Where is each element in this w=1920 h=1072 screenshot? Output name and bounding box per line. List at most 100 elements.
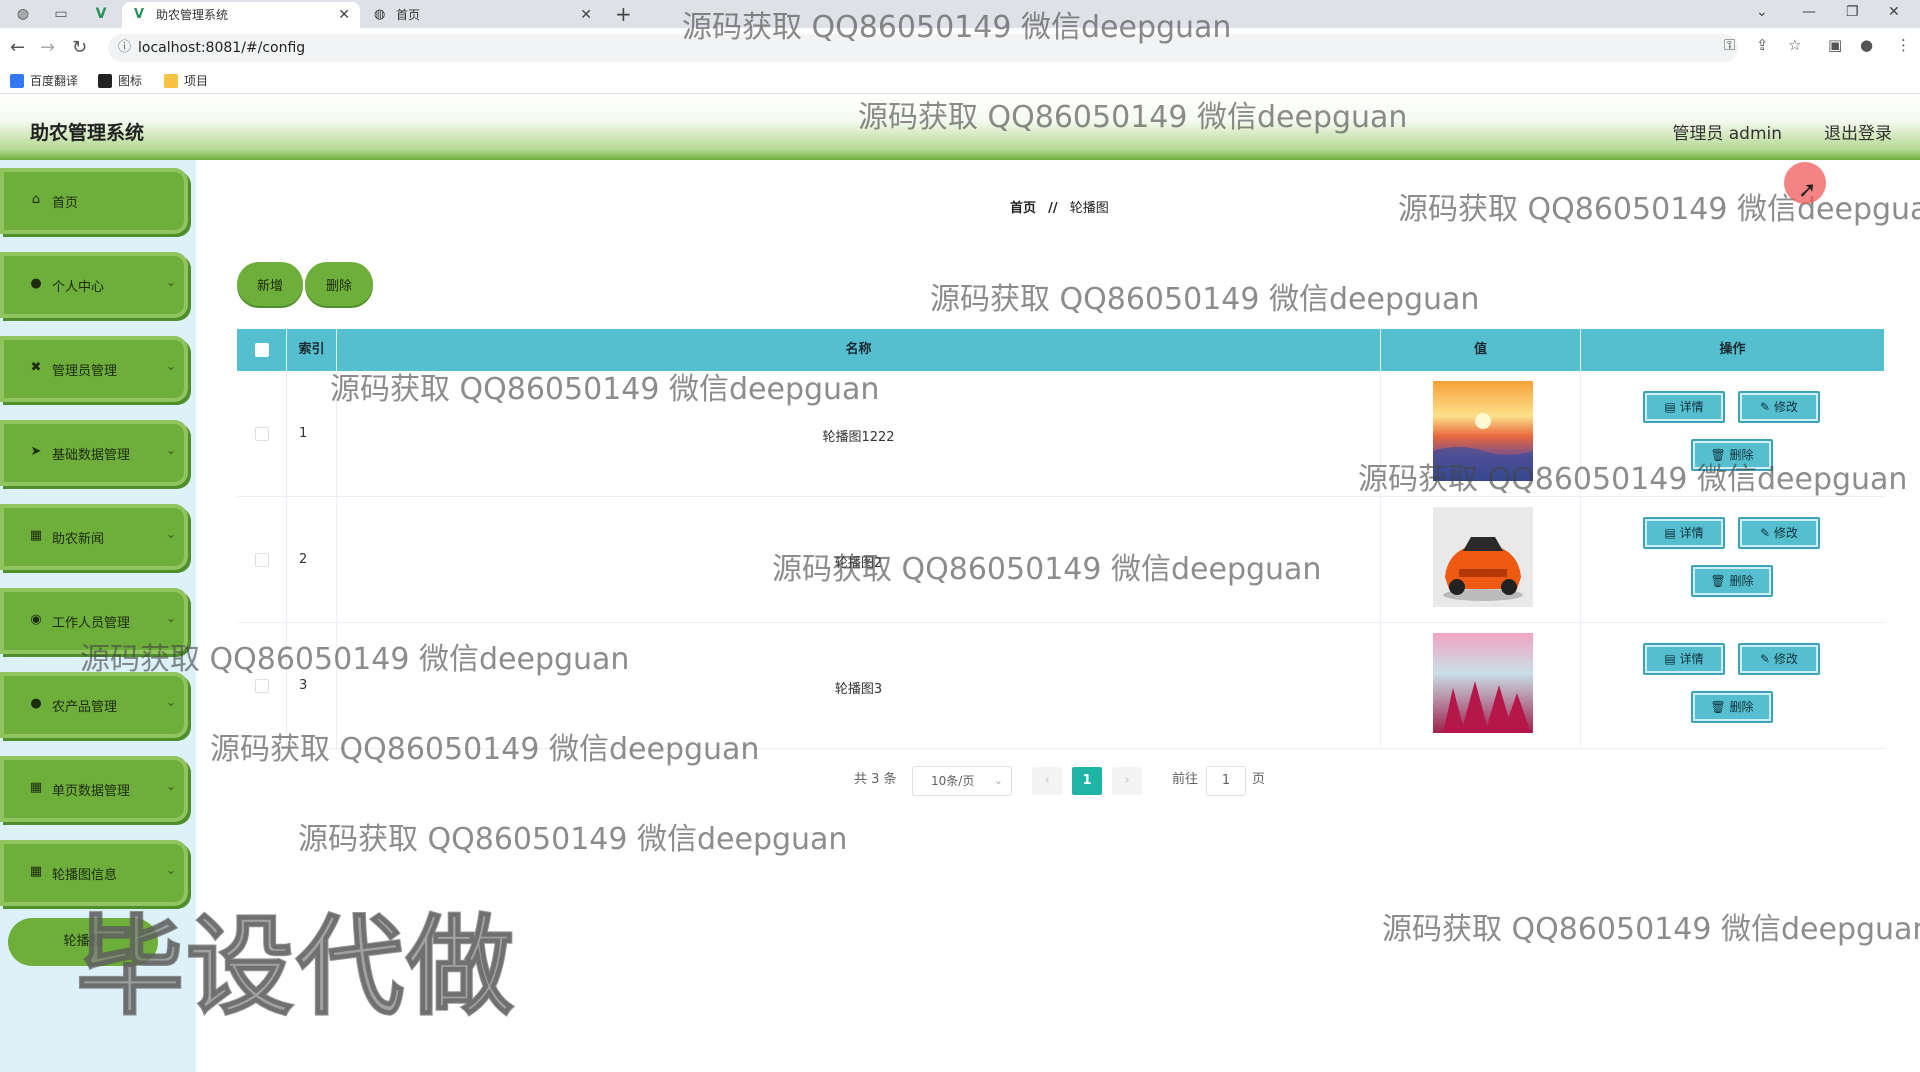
column-header-actions: 操作 bbox=[1719, 342, 1746, 357]
back-icon[interactable]: ← bbox=[10, 36, 25, 60]
new-tab-icon[interactable]: + bbox=[615, 0, 632, 28]
goto-page-input[interactable]: 1 bbox=[1206, 766, 1246, 796]
chevron-down-icon: ⌄ bbox=[165, 275, 176, 289]
page-number-button[interactable]: 1 bbox=[1072, 767, 1102, 795]
chevron-down-icon: ⌄ bbox=[165, 695, 176, 709]
globe-icon[interactable]: ◍ bbox=[12, 4, 34, 24]
bookmark-translate[interactable]: 百度翻译 bbox=[10, 72, 78, 90]
row-checkbox[interactable] bbox=[255, 679, 269, 693]
detail-icon: ▤ bbox=[1664, 400, 1680, 414]
bookmark-icons[interactable]: 图标 bbox=[98, 72, 142, 90]
key-icon[interactable]: ⚿ bbox=[1724, 36, 1735, 54]
trash-icon: 🗑 bbox=[1710, 700, 1730, 714]
row-checkbox[interactable] bbox=[255, 427, 269, 441]
bookmark-project[interactable]: 项目 bbox=[164, 72, 208, 90]
flowers-thumbnail[interactable] bbox=[1433, 633, 1533, 733]
detail-button[interactable]: ▤ 详情 bbox=[1643, 643, 1725, 675]
sidebar-item-pages[interactable]: ▦ 单页数据管理 ⌄ bbox=[0, 756, 188, 822]
grid-icon: ▦ bbox=[29, 528, 43, 543]
address-bar: ← → ↻ ⓘ localhost:8081/#/config bbox=[0, 28, 1920, 68]
breadcrumb-home[interactable]: 首页 bbox=[1010, 201, 1036, 216]
close-window-icon[interactable]: ✕ bbox=[1888, 0, 1900, 24]
bookmarks-bar: 百度翻译 图标 项目 bbox=[0, 68, 1920, 94]
sidebar-item-label: 单页数据管理 bbox=[52, 784, 131, 799]
row-checkbox[interactable] bbox=[255, 553, 269, 567]
sidebar-item-home[interactable]: ⌂ 首页 bbox=[0, 168, 188, 234]
select-all-checkbox[interactable] bbox=[255, 343, 269, 357]
minimize-icon[interactable]: — bbox=[1802, 0, 1816, 24]
batch-delete-button[interactable]: 删除 bbox=[305, 262, 373, 306]
next-page-button[interactable]: › bbox=[1112, 767, 1142, 795]
detail-button[interactable]: ▤ 详情 bbox=[1643, 517, 1725, 549]
page-size-select[interactable]: 10条/页 ⌄ bbox=[912, 766, 1012, 796]
delete-label: 删除 bbox=[1729, 448, 1754, 462]
edit-icon: ✎ bbox=[1760, 526, 1774, 540]
sports-car-thumbnail[interactable] bbox=[1433, 507, 1533, 607]
sidepanel-icon[interactable]: ▣ bbox=[1828, 36, 1842, 54]
delete-button[interactable]: 🗑 删除 bbox=[1691, 565, 1773, 597]
row-actions: ▤ 详情 ✎ 修改 🗑 删除 bbox=[1581, 623, 1884, 749]
sunset-sea-thumbnail[interactable] bbox=[1433, 381, 1533, 481]
app-header: 助农管理系统 管理员 admin 退出登录 bbox=[0, 94, 1920, 160]
sidebar-item-label: 工作人员管理 bbox=[52, 616, 131, 631]
sidebar-item-basedata[interactable]: ➤ 基础数据管理 ⌄ bbox=[0, 420, 188, 486]
share-icon[interactable]: ⇪ bbox=[1756, 36, 1769, 54]
detail-button[interactable]: ▤ 详情 bbox=[1643, 391, 1725, 423]
edit-button[interactable]: ✎ 修改 bbox=[1738, 517, 1820, 549]
column-header-index: 索引 bbox=[287, 329, 337, 371]
chevron-down-icon: ⌄ bbox=[165, 527, 176, 541]
edit-button[interactable]: ✎ 修改 bbox=[1738, 643, 1820, 675]
watermark-big: 毕设代做 bbox=[75, 904, 517, 1031]
icon-folder-icon bbox=[98, 74, 112, 88]
pin-icon: ◉ bbox=[30, 612, 42, 627]
sidebar-item-staff[interactable]: ◉ 工作人员管理 ⌄ bbox=[0, 588, 188, 654]
globe-icon: ◍ bbox=[374, 7, 386, 22]
detail-icon: ▤ bbox=[1664, 652, 1680, 666]
cursor-icon: ➚ bbox=[1798, 178, 1817, 203]
restore-icon[interactable]: ❐ bbox=[1846, 0, 1859, 24]
star-icon[interactable]: ☆ bbox=[1788, 36, 1801, 54]
pagination-total: 共 3 条 bbox=[854, 772, 897, 787]
edit-icon: ✎ bbox=[1760, 652, 1774, 666]
info-icon[interactable]: ⓘ bbox=[118, 34, 131, 62]
add-button[interactable]: 新增 bbox=[237, 262, 303, 306]
select-all-cell bbox=[237, 329, 287, 371]
close-icon[interactable]: ✕ bbox=[338, 2, 350, 28]
watermark: 源码获取 QQ86050149 微信deepguan bbox=[1382, 912, 1920, 947]
grid-icon: ▦ bbox=[29, 864, 43, 879]
sidebar-item-news[interactable]: ▦ 助农新闻 ⌄ bbox=[0, 504, 188, 570]
translate-icon bbox=[10, 74, 24, 88]
blank-tab-icon[interactable]: ▭ bbox=[50, 4, 72, 24]
tab-home[interactable]: ◍ 首页 ✕ bbox=[362, 2, 602, 28]
sidebar-item-label: 个人中心 bbox=[52, 280, 105, 295]
sidebar-item-products[interactable]: ● 农产品管理 ⌄ bbox=[0, 672, 188, 738]
kebab-menu-icon[interactable]: ⋮ bbox=[1896, 36, 1911, 54]
edit-button[interactable]: ✎ 修改 bbox=[1738, 391, 1820, 423]
prev-page-button[interactable]: ‹ bbox=[1032, 767, 1062, 795]
tab-active[interactable]: V 助农管理系统 ✕ bbox=[122, 2, 360, 28]
person-icon: ● bbox=[30, 276, 42, 291]
browser-tab-bar: ◍ ▭ V V 助农管理系统 ✕ ◍ 首页 ✕ + ⌄ — ❐ ✕ bbox=[0, 0, 1920, 28]
delete-button[interactable]: 🗑 删除 bbox=[1691, 439, 1773, 471]
sidebar-item-label: 基础数据管理 bbox=[52, 448, 131, 463]
row-index: 3 bbox=[287, 623, 337, 749]
forward-icon[interactable]: → bbox=[40, 36, 55, 60]
profile-icon[interactable]: ● bbox=[1860, 36, 1873, 54]
sidebar-item-admins[interactable]: ✖ 管理员管理 ⌄ bbox=[0, 336, 188, 402]
delete-button[interactable]: 🗑 删除 bbox=[1691, 691, 1773, 723]
edit-label: 修改 bbox=[1773, 652, 1798, 666]
vue-icon[interactable]: V bbox=[90, 4, 112, 24]
chevron-down-icon[interactable]: ⌄ bbox=[1756, 0, 1768, 24]
sidebar-item-profile[interactable]: ● 个人中心 ⌄ bbox=[0, 252, 188, 318]
edit-label: 修改 bbox=[1773, 526, 1798, 540]
row-select-cell bbox=[237, 623, 287, 749]
reload-icon[interactable]: ↻ bbox=[72, 36, 87, 60]
row-actions: ▤ 详情 ✎ 修改 🗑 删除 bbox=[1581, 371, 1884, 497]
sidebar-item-label: 管理员管理 bbox=[52, 364, 118, 379]
folder-icon bbox=[164, 74, 178, 88]
chevron-down-icon: ⌄ bbox=[165, 611, 176, 625]
close-icon[interactable]: ✕ bbox=[580, 2, 592, 28]
url-text: localhost:8081/#/config bbox=[138, 40, 306, 56]
logout-button[interactable]: 退出登录 bbox=[1824, 119, 1892, 144]
url-field[interactable]: ⓘ localhost:8081/#/config bbox=[108, 34, 1738, 62]
